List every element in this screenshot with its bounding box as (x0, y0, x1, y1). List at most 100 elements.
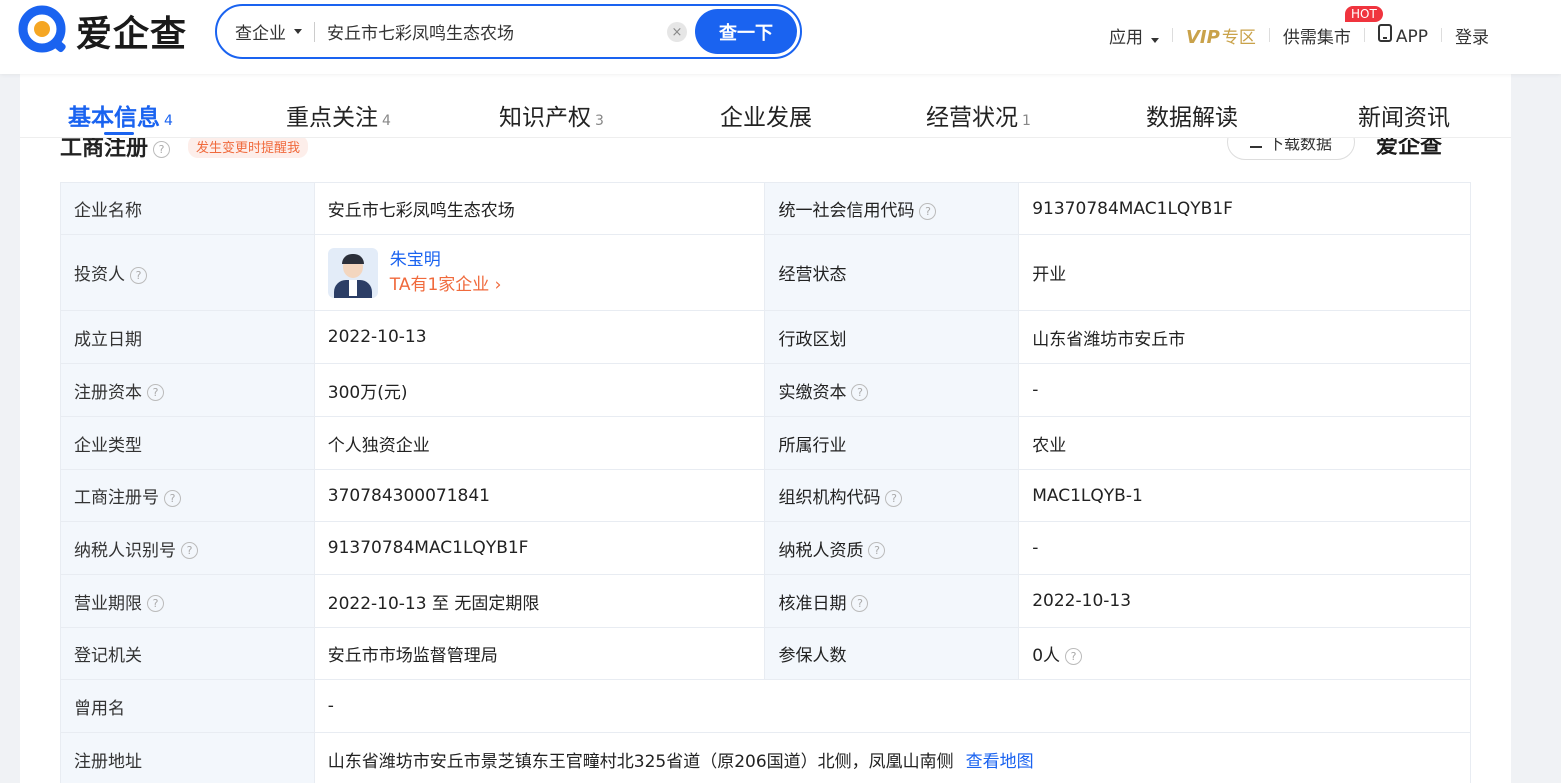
view-map-link[interactable]: 查看地图 (966, 752, 1034, 772)
table-row: 企业名称 安丘市七彩凤鸣生态农场 统一社会信用代码? 91370784MAC1L… (60, 182, 1471, 235)
investor-name-link[interactable]: 朱宝明 (390, 248, 502, 272)
investor-companies-text: TA有1家企业 (389, 274, 490, 295)
vip-label: VIP (1186, 26, 1220, 48)
chevron-down-icon (294, 29, 302, 34)
taxpayer-qual-label: 纳税人资质? (764, 521, 1020, 575)
address-label: 注册地址 (60, 732, 315, 783)
help-icon[interactable]: ? (147, 384, 164, 401)
taxpayer-qual-value: - (1018, 521, 1471, 575)
tab-data-analysis[interactable]: 数据解读 (1146, 98, 1238, 132)
help-icon[interactable]: ? (919, 202, 937, 220)
tab-development[interactable]: 企业发展 (720, 98, 812, 132)
label-text: 实缴资本 (778, 382, 847, 403)
table-row: 营业期限? 2022-10-13 至 无固定期限 核准日期? 2022-10-1… (60, 574, 1471, 628)
logo-icon (18, 5, 70, 57)
logo-text: 爱企查 (76, 14, 188, 55)
table-row: 工商注册号? 370784300071841 组织机构代码? MAC1LQYB-… (60, 469, 1471, 522)
top-nav: 应用 VIP 专区 供需集市 APP 登录 (1109, 22, 1489, 48)
table-row: 企业类型 个人独资企业 所属行业 农业 (60, 416, 1471, 470)
tab-count: 3 (595, 113, 604, 129)
help-icon[interactable]: ? (153, 140, 171, 158)
tab-label: 重点关注 (286, 105, 378, 131)
business-info-table: 企业名称 安丘市七彩凤鸣生态农场 统一社会信用代码? 91370784MAC1L… (60, 182, 1472, 783)
taxpayer-id-label: 纳税人识别号? (60, 521, 315, 575)
credit-code-label: 统一社会信用代码? (764, 182, 1020, 235)
taxpayer-id-value: 91370784MAC1LQYB1F (313, 521, 766, 575)
former-name-value: - (313, 679, 1472, 733)
help-icon[interactable]: ? (868, 542, 886, 559)
tab-label: 企业发展 (720, 105, 812, 131)
table-row: 投资人? 朱宝明 TA有1家企业 › 经营状态 开业 (60, 234, 1471, 311)
search-type-select[interactable]: 查企业 (235, 19, 302, 44)
nav-divider (1440, 28, 1442, 42)
nav-app[interactable]: APP (1377, 23, 1428, 47)
term-value: 2022-10-13 至 无固定期限 (313, 574, 766, 628)
tab-label: 知识产权 (499, 105, 591, 131)
company-name-label: 企业名称 (60, 182, 315, 235)
paid-capital-value: - (1018, 363, 1471, 417)
help-icon[interactable]: ? (181, 542, 198, 559)
nav-market[interactable]: 供需集市 (1283, 23, 1351, 48)
address-text: 山东省潍坊市安丘市景芝镇东王官疃村北325省道（原206国道）北侧，凤凰山南侧 (327, 751, 954, 772)
help-icon[interactable]: ? (885, 489, 903, 507)
org-code-value: MAC1LQYB-1 (1018, 469, 1471, 522)
tab-label: 新闻资讯 (1358, 105, 1450, 131)
avatar[interactable] (327, 247, 378, 298)
tab-basic-info[interactable]: 基本信息 4 (68, 98, 173, 132)
section-title-text: 工商注册 (60, 136, 149, 161)
approved-value: 2022-10-13 (1018, 574, 1471, 628)
tab-bar: 基本信息 4 重点关注 4 知识产权 3 企业发展 经营状况 1 数据解读 新闻资讯 (20, 74, 1511, 138)
table-row: 注册地址 山东省潍坊市安丘市景芝镇东王官疃村北325省道（原206国道）北侧，凤… (60, 732, 1472, 783)
reg-no-label: 工商注册号? (60, 469, 315, 522)
change-remind-button[interactable]: 发生变更时提醒我 (188, 135, 309, 158)
help-icon[interactable]: ? (130, 266, 147, 284)
nav-vip-zone[interactable]: VIP 专区 (1186, 23, 1256, 48)
address-value: 山东省潍坊市安丘市景芝镇东王官疃村北325省道（原206国道）北侧，凤凰山南侧查… (313, 732, 1472, 783)
tab-count: 4 (382, 113, 391, 129)
table-row: 纳税人识别号? 91370784MAC1LQYB1F 纳税人资质? - (60, 521, 1471, 575)
label-text: 营业期限 (74, 593, 142, 614)
insured-value: 0人? (1018, 627, 1471, 680)
investor-companies-link[interactable]: TA有1家企业 › (390, 272, 502, 298)
tab-count: 1 (1022, 113, 1031, 129)
top-header: 爱企查 查企业 × 查一下 应用 VIP专区 供需集市 APP 登录 HOT (0, 0, 1561, 74)
tab-label: 经营状况 (926, 105, 1018, 131)
table-row: 曾用名 - (60, 679, 1472, 733)
avatar-hair (341, 253, 364, 264)
help-icon[interactable]: ? (147, 595, 164, 612)
tab-news[interactable]: 新闻资讯 (1358, 98, 1450, 132)
founded-label: 成立日期 (60, 310, 315, 364)
chevron-down-icon (1151, 37, 1159, 43)
help-icon[interactable]: ? (164, 489, 181, 507)
nav-apps[interactable]: 应用 (1109, 23, 1159, 48)
search-input[interactable] (327, 21, 647, 42)
avatar-shirt (348, 279, 357, 296)
table-row: 成立日期 2022-10-13 行政区划 山东省潍坊市安丘市 (60, 310, 1471, 364)
authority-label: 登记机关 (60, 627, 315, 680)
search-type-label: 查企业 (235, 24, 286, 44)
nav-divider (1363, 28, 1365, 42)
label-text: 注册资本 (74, 382, 142, 403)
industry-value: 农业 (1018, 416, 1471, 470)
label-text: 核准日期 (778, 593, 847, 614)
tab-operation[interactable]: 经营状况 1 (926, 98, 1031, 132)
former-name-label: 曾用名 (60, 679, 315, 733)
help-icon[interactable]: ? (851, 595, 869, 612)
nav-divider (1268, 28, 1270, 42)
label-text: 纳税人识别号 (74, 540, 176, 561)
clear-icon[interactable]: × (667, 22, 687, 42)
nav-login[interactable]: 登录 (1455, 23, 1489, 48)
help-icon[interactable]: ? (851, 384, 869, 401)
search-divider (314, 21, 315, 42)
reg-no-value: 370784300071841 (313, 469, 766, 522)
search-button[interactable]: 查一下 (695, 9, 797, 54)
paid-capital-label: 实缴资本? (764, 363, 1020, 417)
logo[interactable]: 爱企查 (18, 5, 188, 57)
capital-label: 注册资本? (60, 363, 315, 417)
investor-value: 朱宝明 TA有1家企业 › (313, 234, 766, 311)
vip-zone-label: 专区 (1221, 27, 1256, 48)
help-icon[interactable]: ? (1065, 647, 1083, 665)
tab-ip[interactable]: 知识产权 3 (499, 98, 604, 132)
tab-count: 4 (164, 113, 173, 129)
tab-key-focus[interactable]: 重点关注 4 (286, 98, 391, 132)
